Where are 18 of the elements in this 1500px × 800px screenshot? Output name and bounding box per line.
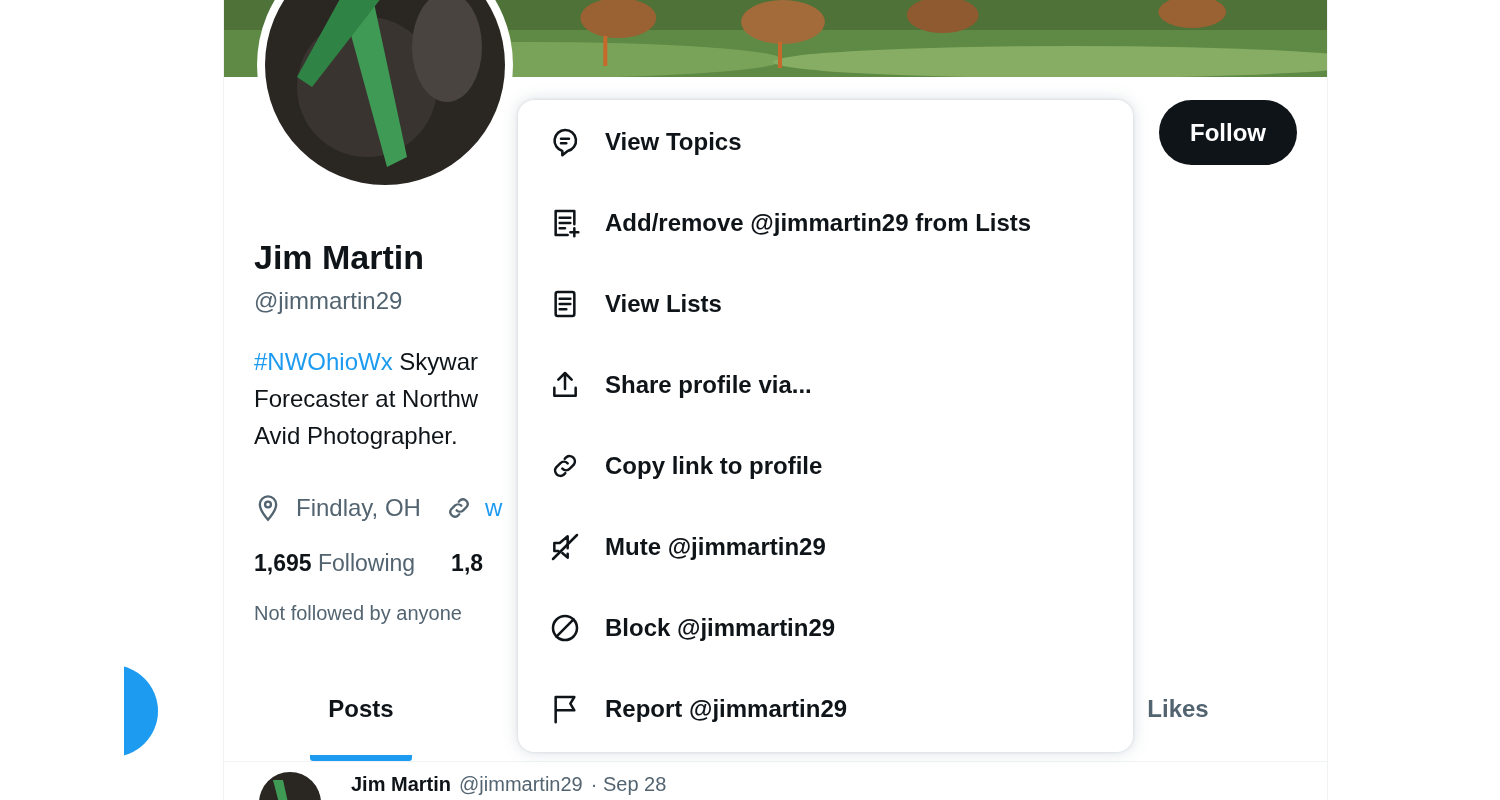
follow-button[interactable]: Follow [1159, 100, 1297, 165]
post-time: · Sep 28 [590, 772, 667, 796]
menu-item[interactable]: Mute @jimmartin29 [518, 506, 1133, 587]
post-author-handle: @jimmartin29 [459, 772, 583, 796]
profile-tab[interactable]: Posts [310, 662, 412, 761]
profile-handle: @jimmartin29 [254, 286, 403, 316]
stat-link[interactable]: 1,695 Following [254, 549, 416, 577]
menu-item[interactable]: Copy link to profile [518, 425, 1133, 506]
stat-link[interactable]: 1,8 [451, 549, 484, 577]
menu-item[interactable]: View Lists [518, 263, 1133, 344]
location-text: Findlay, OH [296, 494, 421, 522]
menu-item[interactable]: Add/remove @jimmartin29 from Lists [518, 182, 1133, 263]
post-author-name: Jim Martin [351, 772, 452, 796]
followers-note: Not followed by anyone [254, 601, 462, 626]
profile-name: Jim Martin [254, 237, 425, 277]
profile-bio: #NWOhioWx Skywar Forecaster at Northw Avid Photographer. [254, 347, 479, 451]
menu-item[interactable]: View Topics [518, 101, 1133, 182]
menu-item[interactable]: Share profile via... [518, 344, 1133, 425]
